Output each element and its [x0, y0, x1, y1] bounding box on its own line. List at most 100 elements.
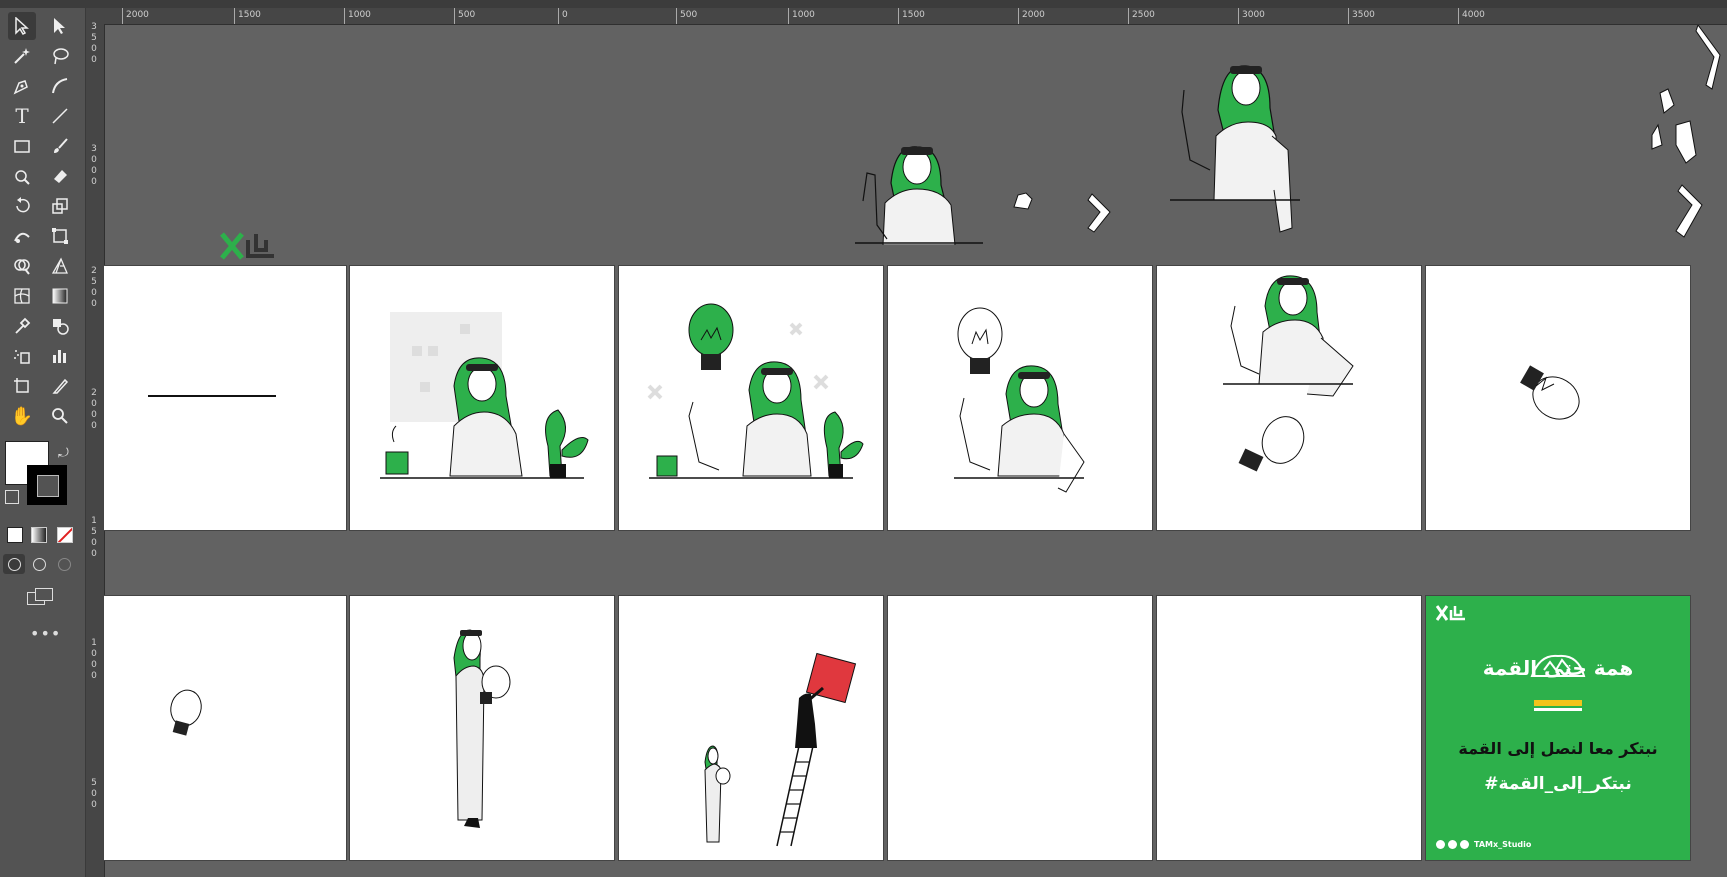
more-tools-icon[interactable]: ••• [30, 624, 61, 643]
draw-normal-icon[interactable] [3, 554, 25, 574]
mesh-tool-icon[interactable] [8, 282, 36, 310]
screen-mode-icon[interactable] [27, 588, 53, 605]
character-sitting-figure [855, 146, 983, 245]
instagram-icon [1448, 840, 1457, 849]
poster-social-row: TAMx_Studio [1436, 840, 1531, 849]
swap-fill-stroke-icon[interactable]: ⤾ [58, 446, 69, 461]
h-ruler-tick [558, 8, 559, 24]
shaper-tool-icon[interactable] [8, 162, 36, 190]
poster-hashtag: #نبتكر_إلى_القمة [1484, 774, 1632, 794]
h-ruler-tick-label: 2000 [126, 10, 149, 20]
tamx-logo [220, 232, 274, 260]
hand-piece [1013, 192, 1033, 210]
lasso-tool-icon[interactable] [46, 42, 74, 70]
canvas[interactable]: همة حتى القمة نبتكر معا لنصل إلى القمة #… [103, 25, 1727, 877]
hand-tool-icon[interactable]: ✋ [8, 402, 36, 430]
snapchat-icon [1460, 840, 1469, 849]
direct-selection-tool-icon[interactable] [46, 12, 74, 40]
v-ruler-tick-label: 3000 [91, 144, 97, 187]
h-ruler-tick-label: 1500 [238, 10, 261, 20]
v-ruler-tick-label: 500 [91, 778, 97, 810]
curvature-tool-icon[interactable] [46, 72, 74, 100]
h-ruler-tick-label: 1500 [902, 10, 925, 20]
arm-piece [1087, 193, 1111, 233]
h-ruler-tick [1018, 8, 1019, 24]
symbol-sprayer-tool-icon[interactable] [8, 342, 36, 370]
gradient-mode-icon[interactable] [31, 527, 47, 543]
h-ruler-tick [676, 8, 677, 24]
free-transform-tool-icon[interactable] [46, 222, 74, 250]
paintbrush-tool-icon[interactable] [46, 132, 74, 160]
none-mode-icon[interactable] [57, 527, 73, 543]
h-ruler-tick [788, 8, 789, 24]
artboard-3[interactable] [618, 265, 884, 531]
twitter-icon [1436, 840, 1445, 849]
shape-builder-tool-icon[interactable] [8, 252, 36, 280]
slice-tool-icon[interactable] [46, 372, 74, 400]
perspective-grid-tool-icon[interactable] [46, 252, 74, 280]
app-top-bar [0, 0, 1727, 8]
h-ruler-tick [1348, 8, 1349, 24]
artboard-11[interactable] [1156, 595, 1422, 861]
gradient-tool-icon[interactable] [46, 282, 74, 310]
eyedropper-tool-icon[interactable] [8, 312, 36, 340]
character-waving-figure [1170, 65, 1300, 233]
line-tool-icon[interactable] [46, 102, 74, 130]
default-fill-stroke-icon[interactable] [5, 490, 19, 504]
rotate-tool-icon[interactable] [8, 192, 36, 220]
eraser-tool-icon[interactable] [46, 162, 74, 190]
v-ruler-tick-label: 2000 [91, 388, 97, 431]
h-ruler-tick-label: 500 [458, 10, 476, 20]
h-ruler-tick [1238, 8, 1239, 24]
horizontal-ruler: 2000 1500 1000 500 0 500 1000 1500 2000 2500 3000 3… [104, 8, 1727, 25]
v-ruler-tick-label: 3500 [91, 22, 97, 65]
h-ruler-tick [122, 8, 123, 24]
h-ruler-tick-label: 4000 [1462, 10, 1485, 20]
v-ruler-tick-label: 1500 [91, 516, 97, 559]
artboard-8[interactable] [349, 595, 615, 861]
draw-inside-icon[interactable] [58, 558, 71, 571]
h-ruler-tick [454, 8, 455, 24]
h-ruler-tick-label: 2500 [1132, 10, 1155, 20]
zoom-tool-icon[interactable] [46, 402, 74, 430]
arm-pieces [1651, 25, 1721, 238]
poster-artboard[interactable]: همة حتى القمة نبتكر معا لنصل إلى القمة #… [1425, 595, 1691, 861]
artboard-7[interactable] [103, 595, 347, 861]
draw-behind-icon[interactable] [33, 558, 46, 571]
poster-headline: نبتكر معا لنصل إلى القمة [1458, 739, 1658, 758]
artboard-5[interactable] [1156, 265, 1422, 531]
h-ruler-tick-label: 2000 [1022, 10, 1045, 20]
type-tool-icon[interactable]: T [8, 102, 36, 130]
poster-handle: TAMx_Studio [1474, 840, 1532, 849]
color-mode-icon[interactable] [7, 527, 23, 543]
blend-tool-icon[interactable] [46, 312, 74, 340]
artboard-tool-icon[interactable] [8, 372, 36, 400]
h-ruler-tick [234, 8, 235, 24]
column-graph-tool-icon[interactable] [46, 342, 74, 370]
h-ruler-tick-label: 500 [680, 10, 698, 20]
h-ruler-tick [1458, 8, 1459, 24]
v-ruler-tick-label: 2500 [91, 266, 97, 309]
h-ruler-tick-label: 0 [562, 10, 568, 20]
artboard-10[interactable] [887, 595, 1153, 861]
h-ruler-tick-label: 1000 [792, 10, 815, 20]
h-ruler-tick-label: 3000 [1242, 10, 1265, 20]
artboard-4[interactable] [887, 265, 1153, 531]
h-ruler-tick [898, 8, 899, 24]
artboard-1[interactable] [103, 265, 347, 531]
tools-panel: T ✋ ⤾ ••• [0, 8, 86, 877]
artboard-9[interactable] [618, 595, 884, 861]
rectangle-tool-icon[interactable] [8, 132, 36, 160]
artboard-6[interactable] [1425, 265, 1691, 531]
selection-tool-icon[interactable] [8, 12, 36, 40]
h-ruler-tick-label: 3500 [1352, 10, 1375, 20]
stroke-swatch[interactable] [27, 465, 67, 505]
artboard-2[interactable] [349, 265, 615, 531]
magic-wand-tool-icon[interactable] [8, 42, 36, 70]
h-ruler-tick-label: 1000 [348, 10, 371, 20]
scale-tool-icon[interactable] [46, 192, 74, 220]
warp-tool-icon[interactable] [8, 222, 36, 250]
poster-logo-text: همة حتى القمة [1482, 656, 1634, 680]
pen-tool-icon[interactable] [8, 72, 36, 100]
poster-tamx-logo [1436, 605, 1465, 621]
